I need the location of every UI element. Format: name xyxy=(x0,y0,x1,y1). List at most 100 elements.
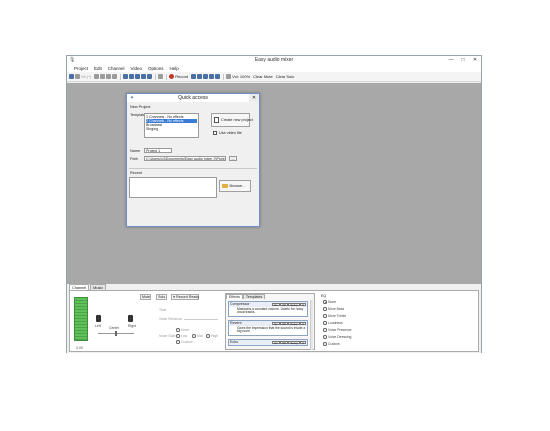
play-icon[interactable] xyxy=(135,74,141,79)
effect-remove-button[interactable]: X xyxy=(300,321,306,325)
record-ready-button[interactable]: ● Record Ready xyxy=(171,294,199,300)
gain-none-radio[interactable] xyxy=(176,328,180,332)
eq-custom-radio[interactable] xyxy=(323,342,327,346)
browse-label: Browse... xyxy=(229,184,246,188)
paste-icon[interactable] xyxy=(106,74,112,79)
create-new-project-button[interactable]: Create new project xyxy=(211,113,253,127)
eq-loudness-radio[interactable] xyxy=(323,321,327,325)
project-path-input[interactable]: C:\Users\c4\Documents\Easy audio mixer 2… xyxy=(144,156,226,161)
stop-icon[interactable] xyxy=(147,74,153,79)
effect-on-button[interactable]: On xyxy=(271,302,280,306)
menu-bar: Project Edit Channel Video Options Help xyxy=(67,65,481,72)
undo-redo-label: Vb (*) xyxy=(81,74,92,79)
recent-label: Recent xyxy=(130,171,143,175)
microphone-icon: 🎙 xyxy=(69,57,76,63)
use-video-checkbox[interactable] xyxy=(213,131,217,135)
channel-panel: 0.00 Left Center Right Mute Solo ● Recor… xyxy=(69,290,479,352)
save-icon[interactable] xyxy=(69,74,74,79)
effect-setup-button[interactable]: Setup xyxy=(288,302,300,306)
effect-on-button[interactable]: On xyxy=(271,321,280,325)
eq-more-treble-radio[interactable] xyxy=(323,314,327,318)
effect-title: Echo xyxy=(230,340,239,344)
clear-mute-button[interactable]: Clear Mute xyxy=(253,74,273,79)
loop-icon[interactable] xyxy=(158,74,164,79)
path-label: Path xyxy=(130,157,138,161)
effect-remove-button[interactable]: X xyxy=(300,340,306,344)
window-controls: — □ ✕ xyxy=(445,56,481,65)
pan-right-label: Right xyxy=(128,324,136,328)
eq-none-label: None xyxy=(328,300,337,304)
menu-help[interactable]: Help xyxy=(167,65,182,72)
menu-options[interactable]: Options xyxy=(145,65,167,72)
effect-title: Compressor xyxy=(230,302,250,306)
step-back-icon[interactable] xyxy=(197,74,203,79)
open-icon[interactable] xyxy=(75,74,80,79)
name-label: Name xyxy=(130,149,141,153)
dialog-divider xyxy=(129,168,257,169)
pan-center-label: Center xyxy=(109,326,120,330)
eq-more-bass-radio[interactable] xyxy=(323,307,327,311)
maximize-button[interactable]: □ xyxy=(457,56,469,65)
dialog-close-button[interactable]: ✕ xyxy=(249,94,259,102)
gain-mid-radio[interactable] xyxy=(192,334,196,338)
tab-effects[interactable]: Effects xyxy=(226,294,243,299)
voice-removal-slider[interactable] xyxy=(184,319,218,320)
template-list[interactable]: 1 Channels - No effects 2 Channels - No … xyxy=(144,113,199,138)
pan-slider-thumb[interactable] xyxy=(115,331,117,336)
delete-icon[interactable] xyxy=(112,74,118,79)
record-button[interactable]: Record xyxy=(175,74,188,79)
project-name-input[interactable]: Project 1 xyxy=(144,148,172,153)
close-button[interactable]: ✕ xyxy=(469,56,481,65)
toolbar-separator xyxy=(120,73,122,80)
fast-forward-icon[interactable] xyxy=(209,74,215,79)
dialog-app-icon: ✦ xyxy=(129,95,135,101)
browse-button[interactable]: Browse... xyxy=(219,180,251,192)
menu-video[interactable]: Video xyxy=(128,65,145,72)
eq-voice-presence-radio[interactable] xyxy=(323,328,327,332)
eq-voice-presence-label: Voice Presence xyxy=(328,328,352,332)
menu-channel[interactable]: Channel xyxy=(105,65,128,72)
eq-voice-deessing-radio[interactable] xyxy=(323,335,327,339)
clear-solo-button[interactable]: Clear Solo xyxy=(276,74,295,79)
path-browse-button[interactable]: ... xyxy=(229,156,237,161)
effect-remove-button[interactable]: X xyxy=(300,302,306,306)
quick-access-dialog: ✦ Quick access ✕ New Project Template 1 … xyxy=(126,93,260,227)
toolbar-separator xyxy=(166,73,168,80)
effect-off-button[interactable]: Off xyxy=(280,340,288,344)
cut-icon[interactable] xyxy=(94,74,100,79)
tab-templates[interactable]: Templates xyxy=(242,294,266,299)
gain-custom-radio[interactable] xyxy=(176,340,180,344)
record-icon[interactable] xyxy=(169,74,175,79)
solo-button[interactable]: Solo xyxy=(156,294,167,300)
list-item[interactable]: Singing xyxy=(146,127,197,131)
effects-scrollbar[interactable] xyxy=(310,300,313,350)
effect-reverb: Reverb On Off Setup X Gives the impressi… xyxy=(228,320,308,336)
display-icon[interactable] xyxy=(226,74,232,79)
effect-setup-button[interactable]: Setup xyxy=(288,321,300,325)
menu-project[interactable]: Project xyxy=(71,65,91,72)
split-icon[interactable] xyxy=(123,74,129,79)
minimize-button[interactable]: — xyxy=(445,56,457,65)
eq-voice-deessing-label: Voice Deessing xyxy=(328,335,352,339)
effect-on-button[interactable]: On xyxy=(271,340,280,344)
gain-high-radio[interactable] xyxy=(206,334,210,338)
step-forward-icon[interactable] xyxy=(203,74,209,79)
effect-off-button[interactable]: Off xyxy=(280,302,288,306)
menu-edit[interactable]: Edit xyxy=(91,65,105,72)
effect-off-button[interactable]: Off xyxy=(280,321,288,325)
rewind-icon[interactable] xyxy=(191,74,197,79)
eq-none-radio[interactable] xyxy=(323,300,327,304)
trim-icon[interactable] xyxy=(129,74,135,79)
eq-loudness-label: Loudness xyxy=(328,321,343,325)
gain-low-radio[interactable] xyxy=(176,334,180,338)
effect-description: Maintains a constant volume. Useful for … xyxy=(229,307,307,316)
skip-end-icon[interactable] xyxy=(215,74,221,79)
eq-label: EQ xyxy=(321,294,327,298)
effect-setup-button[interactable]: Setup xyxy=(288,340,300,344)
pause-icon[interactable] xyxy=(141,74,147,79)
volume-readout[interactable]: Vol: 100% xyxy=(232,74,250,79)
recent-projects-list[interactable] xyxy=(129,177,217,198)
mute-button[interactable]: Mute xyxy=(140,294,151,300)
dialog-title-bar: ✦ Quick access ✕ xyxy=(127,94,259,102)
copy-icon[interactable] xyxy=(100,74,106,79)
